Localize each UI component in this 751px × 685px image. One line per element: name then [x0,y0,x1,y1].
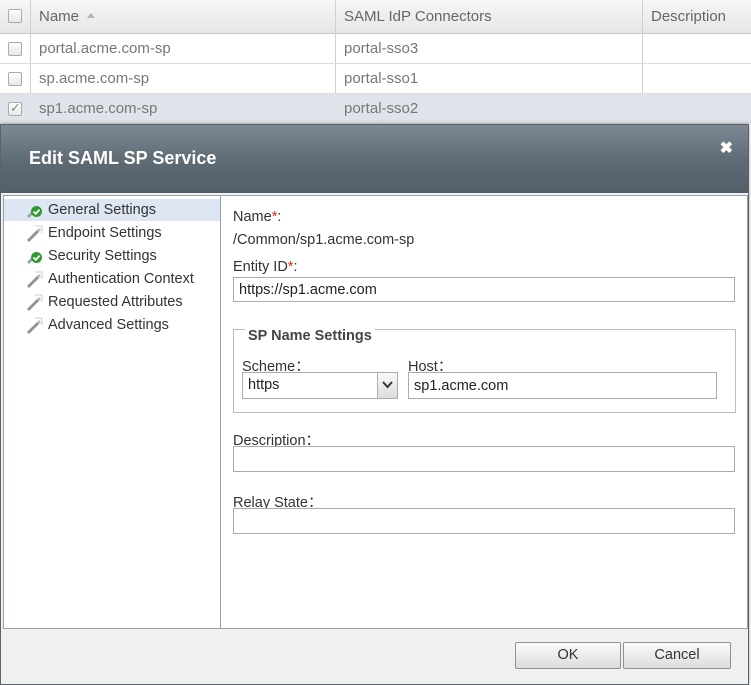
row-name: sp1.acme.com-sp [39,100,158,117]
cancel-button[interactable]: Cancel [623,642,731,669]
row-checkbox[interactable] [8,42,22,56]
entity-id-input[interactable] [233,277,735,302]
name-label: Name*: [233,209,282,225]
check-badge-icon [25,248,43,265]
select-all-checkbox[interactable] [8,9,22,23]
row-name: sp.acme.com-sp [39,70,150,87]
nav-item-endpoint-settings[interactable]: Endpoint Settings [4,222,220,244]
nav-item-requested-attributes[interactable]: Requested Attributes [4,291,220,313]
row-connector: portal-sso1 [344,70,419,87]
row-checkbox[interactable] [8,100,22,116]
nav-label: Endpoint Settings [48,225,162,241]
sp-name-settings-legend: SP Name Settings [245,328,375,344]
description-input[interactable] [233,446,735,472]
row-name: portal.acme.com-sp [39,40,171,57]
check-badge-icon [25,202,43,219]
row-checkbox[interactable] [8,72,22,86]
pencil-icon [25,271,43,288]
nav-label: General Settings [48,202,157,218]
nav-item-advanced-settings[interactable]: Advanced Settings [4,314,220,336]
edit-saml-sp-dialog: Edit SAML SP Service ✖ General Settings … [0,124,749,685]
entity-id-label: Entity ID*: [233,259,298,275]
table-row[interactable]: sp1.acme.com-sp portal-sso2 [0,94,751,124]
table-row[interactable]: sp.acme.com-sp portal-sso1 [0,64,751,94]
nav-label: Authentication Context [48,271,194,287]
pencil-icon [25,225,43,242]
host-input[interactable] [408,372,717,399]
name-value: /Common/sp1.acme.com-sp [233,232,415,248]
table-header: Name SAML IdP Connectors Description [0,0,751,34]
column-header-connectors[interactable]: SAML IdP Connectors [344,0,492,34]
scheme-select[interactable]: https [242,372,398,399]
row-connector: portal-sso2 [344,100,419,117]
nav-item-authentication-context[interactable]: Authentication Context [4,268,220,290]
nav-item-general-settings[interactable]: General Settings [4,199,220,221]
pencil-icon [25,294,43,311]
nav-label: Advanced Settings [48,317,169,333]
nav-item-security-settings[interactable]: Security Settings [4,245,220,267]
table-row[interactable]: portal.acme.com-sp portal-sso3 [0,34,751,64]
scheme-value: https [248,377,280,393]
nav-label: Requested Attributes [48,294,183,310]
dialog-title: Edit SAML SP Service [29,148,217,168]
ok-button[interactable]: OK [515,642,621,669]
pencil-icon [25,317,43,334]
row-connector: portal-sso3 [344,40,419,57]
column-header-description[interactable]: Description [651,0,726,34]
chevron-down-icon[interactable] [377,373,397,398]
dialog-header: Edit SAML SP Service ✖ [1,125,748,193]
close-icon[interactable]: ✖ [720,138,733,158]
sort-ascending-icon [87,12,96,18]
settings-nav: General Settings Endpoint Settings Secur… [3,195,221,629]
nav-label: Security Settings [48,248,157,264]
column-header-name[interactable]: Name [39,0,96,34]
relay-state-input[interactable] [233,508,735,534]
general-settings-form: Name*: /Common/sp1.acme.com-sp Entity ID… [221,195,748,629]
